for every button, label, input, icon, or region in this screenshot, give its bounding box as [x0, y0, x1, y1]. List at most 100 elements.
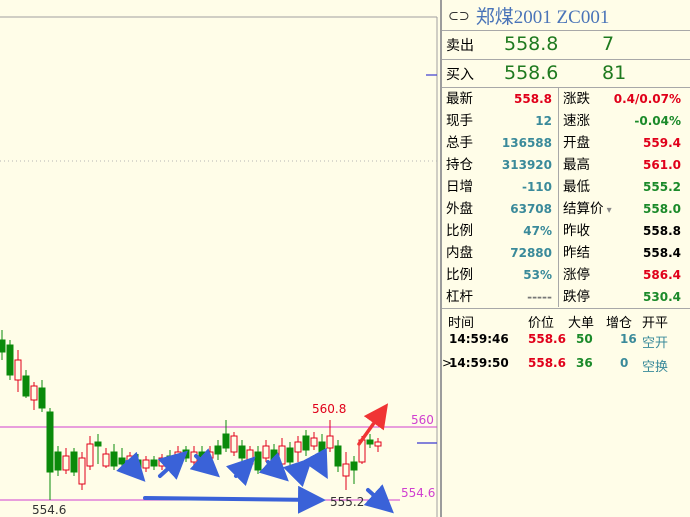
stat-value: 72880 — [510, 246, 552, 260]
candle-body — [318, 441, 326, 453]
buy-row[interactable]: 买入 558.6 81 — [442, 60, 690, 88]
stat-label: 最高 — [563, 157, 590, 173]
stat-value: 559.4 — [643, 136, 681, 150]
stat-row: 最高 561.0 — [559, 154, 687, 176]
tick-row[interactable]: 14:59:46 558.6 50 16 空开 — [442, 332, 690, 352]
stat-value: 555.2 — [643, 180, 681, 194]
stat-label: 杠杆 — [446, 289, 473, 305]
candle-body — [350, 461, 358, 471]
stat-label: 涨跌 — [563, 91, 590, 107]
candle-body — [294, 441, 302, 453]
stat-row: 比例 47% — [442, 220, 558, 242]
buy-price: 558.6 — [504, 62, 559, 84]
stat-label: 昨结 — [563, 245, 590, 261]
stats-right: 涨跌 0.4/0.07% 速涨 -0.04% 开盘 559.4 最高 561.0 最低 555.2… — [559, 88, 687, 308]
sell-label: 卖出 — [446, 38, 474, 54]
candle-body — [54, 451, 62, 471]
tick-oi-change: 16 — [620, 332, 637, 346]
tick-row[interactable]: >14:59:50 558.6 36 0 空换 — [442, 356, 690, 376]
stat-value: 53% — [523, 268, 552, 282]
stat-value: 586.4 — [643, 268, 681, 282]
candlestick-chart[interactable]: 560 554.6 560.8 554.6 555.2 — [0, 0, 440, 517]
stat-row: 开盘 559.4 — [559, 132, 687, 154]
stat-value: 12 — [535, 114, 552, 128]
stat-row: 最新 558.8 — [442, 88, 558, 110]
stat-label: 结算价 ▾ — [563, 201, 612, 217]
link-icon[interactable]: ⊂⊃ — [448, 8, 470, 23]
stat-value: -110 — [521, 180, 552, 194]
candle-body — [30, 385, 38, 401]
stat-row: 涨跌 0.4/0.07% — [559, 88, 687, 110]
col-oi-change: 增仓 — [606, 316, 633, 331]
stat-row: 持仓 313920 — [442, 154, 558, 176]
stat-value: 530.4 — [643, 290, 681, 304]
stat-value: 558.0 — [643, 202, 681, 216]
tick-type: 空开 — [642, 336, 669, 351]
ticks-header: 时间 价位 大单 增仓 开平 — [442, 312, 690, 332]
stat-row: 内盘 72880 — [442, 242, 558, 264]
candle-body — [6, 344, 14, 376]
high-price-label: 560.8 — [312, 402, 346, 416]
tick-time: 14:59:46 — [449, 332, 509, 346]
candle-body — [326, 435, 334, 449]
col-open-close: 开平 — [642, 316, 669, 331]
candle-body — [182, 449, 190, 459]
low-price-label-left: 554.6 — [32, 503, 66, 517]
quote-panel: ⊂⊃ 郑煤2001 ZC001 卖出 558.8 7 买入 558.6 81 最新… — [440, 0, 690, 517]
candle-body — [302, 435, 310, 451]
stat-label: 持仓 — [446, 157, 473, 173]
stat-row: 昨结 558.4 — [559, 242, 687, 264]
stat-value: 558.8 — [643, 224, 681, 238]
stat-row: 结算价 ▾ 558.0 — [559, 198, 687, 220]
candle-body — [206, 451, 214, 459]
stat-row: 日增 -110 — [442, 176, 558, 198]
stat-label: 现手 — [446, 113, 473, 129]
stat-label: 比例 — [446, 267, 473, 283]
candle-body — [0, 339, 6, 353]
tick-price: 558.6 — [528, 356, 566, 370]
stats-left: 最新 558.8 现手 12 总手 136588 持仓 313920 日增 -110 外盘 63708… — [442, 88, 558, 308]
candle — [78, 452, 86, 490]
level-lower-label: 554.6 — [401, 486, 435, 500]
stat-value: 558.8 — [514, 92, 552, 106]
candle-body — [102, 453, 110, 467]
candle-body — [70, 451, 78, 473]
dropdown-arrow-icon[interactable]: ▾ — [604, 205, 612, 216]
candle-body — [62, 455, 70, 471]
candle — [6, 340, 14, 380]
stat-label: 速涨 — [563, 113, 590, 129]
candle-body — [254, 451, 262, 471]
candle-body — [134, 459, 142, 469]
stat-row: 涨停 586.4 — [559, 264, 687, 286]
candle-body — [270, 449, 278, 465]
candle-body — [262, 445, 270, 459]
candle-body — [46, 411, 54, 473]
candle-body — [230, 435, 238, 453]
stat-value: 47% — [523, 224, 552, 238]
tick-type: 空换 — [642, 360, 669, 375]
stat-value: 558.4 — [643, 246, 681, 260]
sell-row[interactable]: 卖出 558.8 7 — [442, 31, 690, 59]
stat-value: 561.0 — [643, 158, 681, 172]
candle-body — [374, 441, 382, 447]
col-price: 价位 — [528, 316, 555, 331]
buy-label: 买入 — [446, 67, 474, 83]
candle — [230, 432, 238, 456]
candle-body — [22, 375, 30, 397]
stat-label: 比例 — [446, 223, 473, 239]
stat-value: 136588 — [501, 136, 552, 150]
stat-value: 313920 — [501, 158, 552, 172]
candle-body — [238, 445, 246, 459]
stat-row: 杠杆 ----- — [442, 286, 558, 308]
stat-row: 现手 12 — [442, 110, 558, 132]
candle-body — [94, 441, 102, 447]
tick-volume: 50 — [576, 332, 593, 346]
candle-body — [14, 359, 22, 381]
stat-value: 0.4/0.07% — [613, 92, 681, 106]
level-upper-label: 560 — [411, 413, 434, 427]
tick-oi-change: 0 — [620, 356, 629, 370]
sell-volume: 7 — [602, 33, 615, 55]
candle-body — [142, 459, 150, 469]
col-big-order: 大单 — [568, 316, 595, 331]
stat-label: 最新 — [446, 91, 473, 107]
